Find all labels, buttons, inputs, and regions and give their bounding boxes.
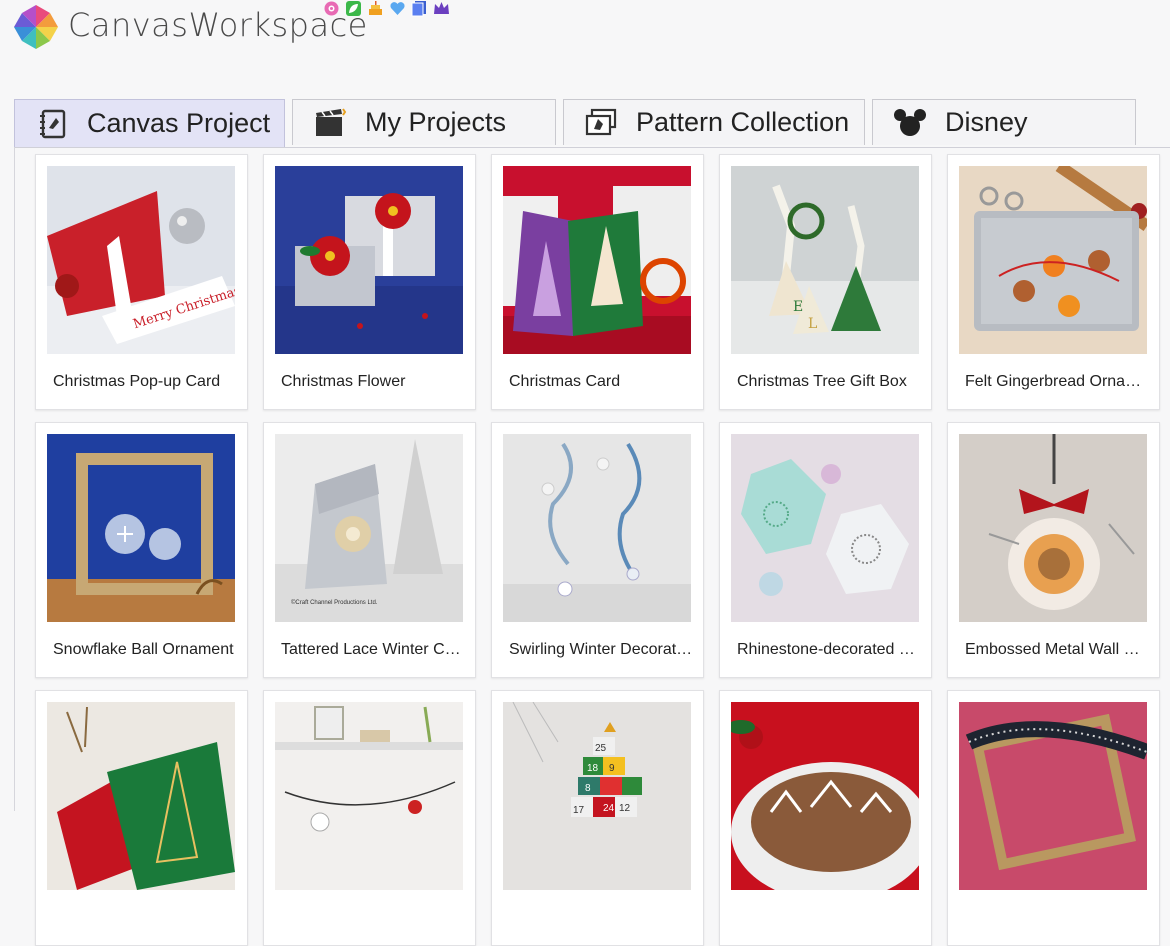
project-card[interactable]: Snowflake Ball Ornament <box>35 422 248 678</box>
project-thumbnail <box>959 434 1147 622</box>
project-title: Snowflake Ball Ornament <box>53 641 234 658</box>
project-thumbnail: 25 18 9 8 24 12 17 <box>503 702 691 890</box>
canvasworkspace-logo <box>14 5 58 49</box>
project-card[interactable] <box>719 690 932 946</box>
project-card[interactable]: Christmas Card <box>491 154 704 410</box>
flower-badge-icon[interactable] <box>323 0 340 17</box>
tab-pattern-collection[interactable]: Pattern Collection <box>563 99 865 145</box>
project-card[interactable]: Embossed Metal Wall H… <box>947 422 1160 678</box>
project-thumbnail <box>959 166 1147 354</box>
project-thumbnail <box>503 434 691 622</box>
crown-badge-icon[interactable] <box>433 0 450 17</box>
project-thumbnail <box>47 434 235 622</box>
project-thumbnail: Merry Christmas <box>47 166 235 354</box>
project-card[interactable]: Christmas Flower <box>263 154 476 410</box>
project-title: Christmas Card <box>509 373 621 390</box>
project-card[interactable]: ©Craft Channel Productions Ltd. Tattered… <box>263 422 476 678</box>
cake-badge-icon[interactable] <box>367 0 384 17</box>
project-title: Rhinestone-decorated … <box>737 641 915 658</box>
pattern-images-icon <box>584 106 618 140</box>
calendar-number: 18 <box>587 763 599 774</box>
cards-badge-icon[interactable] <box>411 0 428 17</box>
clapperboard-folder-icon <box>313 106 347 140</box>
tab-my-projects[interactable]: My Projects <box>292 99 556 145</box>
project-card[interactable]: Merry Christmas Christmas Pop-up Card <box>35 154 248 410</box>
project-thumbnail <box>503 166 691 354</box>
project-card[interactable]: E L Christmas Tree Gift Box <box>719 154 932 410</box>
calendar-number: 9 <box>609 763 615 774</box>
project-title: Christmas Tree Gift Box <box>737 373 907 390</box>
tab-label: Disney <box>945 107 1028 137</box>
project-title: Felt Gingerbread Orna… <box>965 373 1142 390</box>
project-thumbnail <box>275 702 463 890</box>
feature-badges <box>323 0 450 17</box>
svg-text:L: L <box>808 316 817 332</box>
project-card[interactable]: 25 18 9 8 24 12 17 <box>491 690 704 946</box>
project-thumbnail <box>959 702 1147 890</box>
calendar-number: 12 <box>619 803 631 814</box>
project-card[interactable] <box>263 690 476 946</box>
project-thumbnail <box>275 166 463 354</box>
project-card[interactable] <box>35 690 248 946</box>
tab-divider <box>14 147 1170 148</box>
project-thumbnail <box>47 702 235 890</box>
project-card[interactable] <box>947 690 1160 946</box>
project-title: Christmas Flower <box>281 373 406 390</box>
leaf-badge-icon[interactable] <box>345 0 362 17</box>
project-title: Swirling Winter Decorat… <box>509 641 693 658</box>
heart-badge-icon[interactable] <box>389 0 406 17</box>
project-title: Tattered Lace Winter C… <box>281 641 461 658</box>
project-card[interactable]: Felt Gingerbread Orna… <box>947 154 1160 410</box>
tab-label: Pattern Collection <box>636 107 850 137</box>
canvas-book-icon <box>35 107 69 141</box>
project-card[interactable]: Swirling Winter Decorat… <box>491 422 704 678</box>
tab-disney[interactable]: Disney <box>872 99 1136 145</box>
project-thumbnail <box>731 434 919 622</box>
credit-text: ©Craft Channel Productions Ltd. <box>291 599 378 606</box>
project-title: Embossed Metal Wall H… <box>965 641 1151 658</box>
project-thumbnail: ©Craft Channel Productions Ltd. <box>275 434 463 622</box>
project-card[interactable]: Rhinestone-decorated … <box>719 422 932 678</box>
mouse-ears-icon <box>893 106 927 140</box>
calendar-number: 24 <box>603 803 615 814</box>
content-border <box>14 147 15 811</box>
calendar-number: 25 <box>595 743 607 754</box>
project-thumbnail: E L <box>731 166 919 354</box>
tab-label: Canvas Project <box>87 108 271 138</box>
project-title: Christmas Pop-up Card <box>53 373 221 390</box>
tab-canvas-project[interactable]: Canvas Project <box>14 99 285 147</box>
calendar-number: 8 <box>585 783 591 794</box>
project-thumbnail <box>731 702 919 890</box>
svg-text:E: E <box>793 299 803 315</box>
tab-label: My Projects <box>365 107 507 137</box>
